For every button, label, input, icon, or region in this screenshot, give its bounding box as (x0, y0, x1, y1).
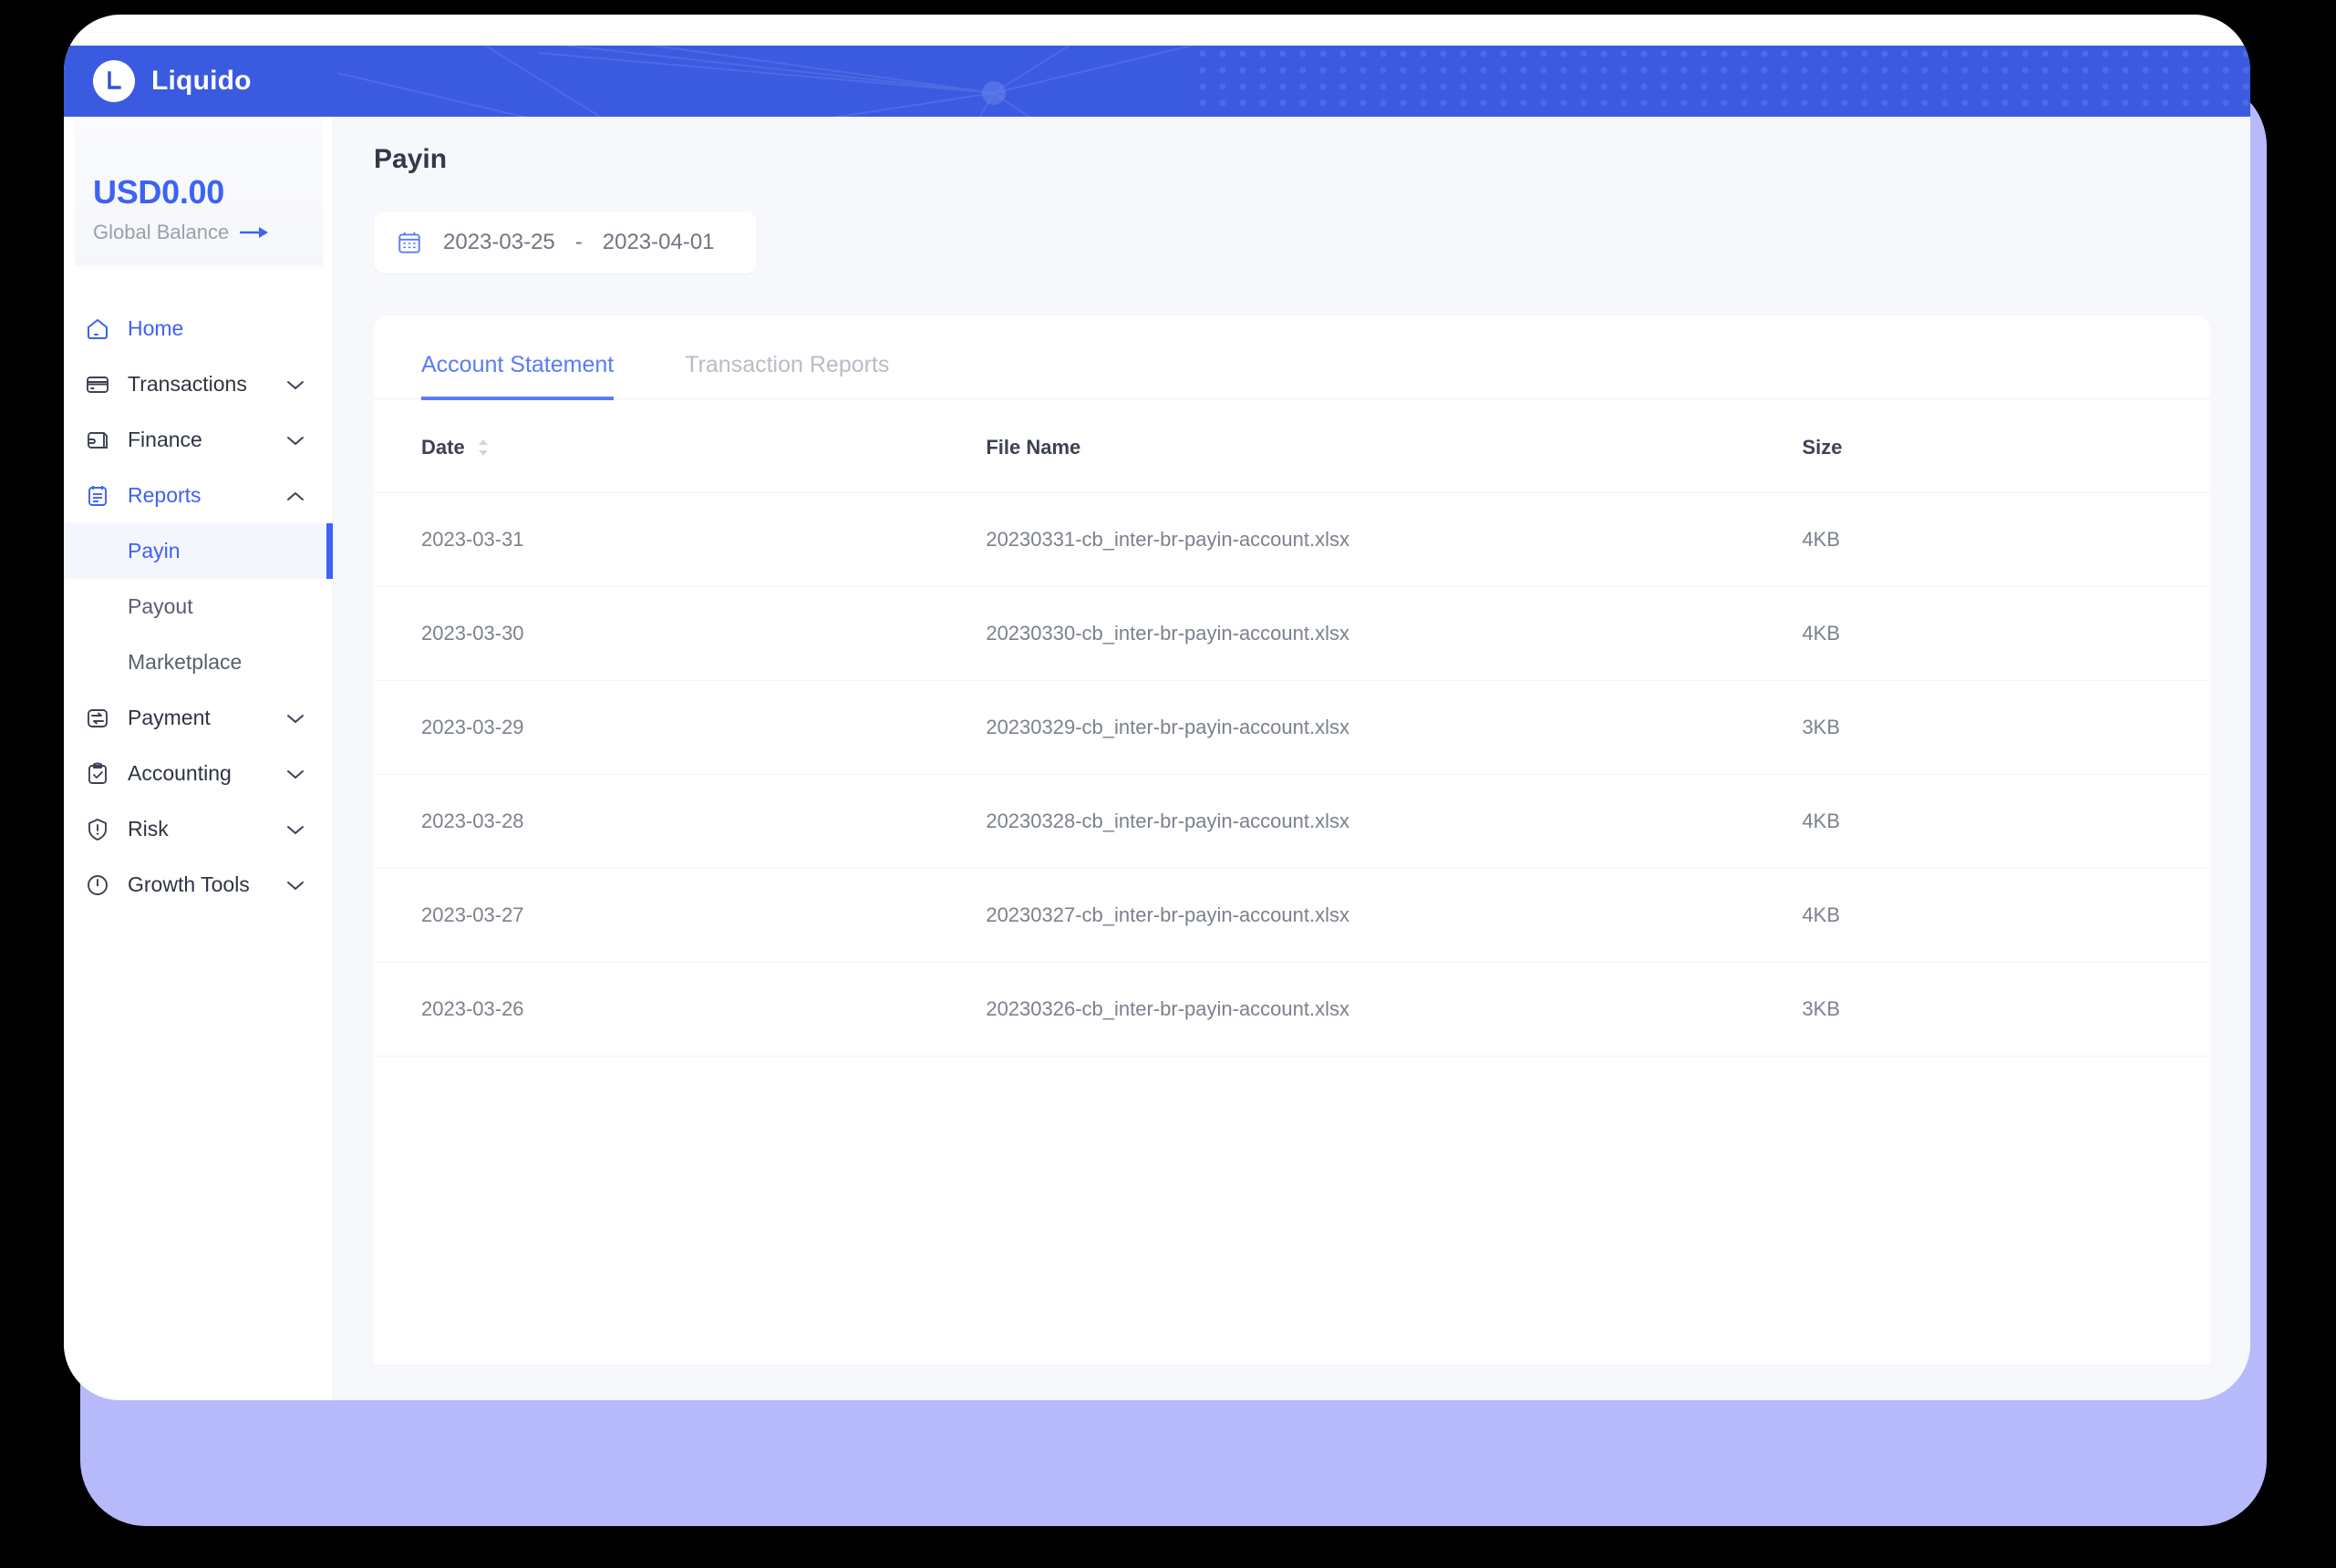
chevron-down-icon[interactable] (284, 768, 307, 780)
sidebar-item-transactions[interactable]: Transactions (64, 356, 333, 412)
tab-label: Account Statement (421, 352, 615, 377)
screenshot-stage: Liquido USD0.00 Global Balance Home Tran… (0, 0, 2336, 1568)
cell-size: 4KB (1802, 586, 2210, 681)
statement-table: Date File Name Size 2023-03-31 20230331-… (374, 399, 2210, 1057)
cell-file-name: 20230326-cb_inter-br-payin-account.xlsx (986, 962, 1803, 1057)
sidebar-item-reports[interactable]: Reports (64, 468, 333, 523)
chevron-down-icon[interactable] (284, 378, 307, 391)
date-range-end: 2023-04-01 (602, 230, 715, 254)
sidebar-subitem-marketplace[interactable]: Marketplace (64, 634, 333, 690)
date-range-separator: - (574, 230, 583, 254)
sidebar-subitem-payout[interactable]: Payout (64, 579, 333, 634)
sidebar-item-label: Risk (128, 817, 169, 841)
sidebar-item-risk[interactable]: Risk (64, 801, 333, 857)
statement-panel: Account Statement Transaction Reports Da… (374, 315, 2210, 1364)
main-content: Payin 2023-03-25 - 2023-04-01 Account St… (334, 117, 2250, 1400)
sidebar-item-label: Accounting (128, 761, 232, 785)
tab-bar: Account Statement Transaction Reports (374, 315, 2210, 400)
cell-size: 3KB (1802, 680, 2210, 775)
growth-icon (84, 872, 111, 899)
cell-size: 4KB (1802, 492, 2210, 587)
clipboard-check-icon (84, 760, 111, 788)
clipboard-list-icon (84, 482, 111, 510)
balance-label: Global Balance (93, 221, 230, 243)
sidebar: USD0.00 Global Balance Home Transactions… (64, 117, 334, 1400)
cell-date: 2023-03-26 (374, 962, 987, 1057)
sidebar-item-label: Transactions (128, 372, 247, 396)
shield-alert-icon (84, 816, 111, 843)
page-title: Payin (374, 144, 448, 174)
table-row[interactable]: 2023-03-29 20230329-cb_inter-br-payin-ac… (374, 680, 2210, 775)
sidebar-subitem-label: Marketplace (128, 650, 243, 674)
liquido-logo-icon (93, 60, 135, 102)
column-header-label: File Name (986, 436, 1081, 459)
cell-date: 2023-03-30 (374, 586, 987, 681)
sidebar-item-label: Finance (128, 428, 202, 451)
sidebar-item-label: Growth Tools (128, 872, 250, 896)
calendar-icon (398, 232, 420, 253)
column-header-size: Size (1802, 399, 2210, 493)
cell-size: 4KB (1802, 774, 2210, 869)
sidebar-item-label: Home (128, 316, 184, 340)
sidebar-item-growth-tools[interactable]: Growth Tools (64, 857, 333, 913)
sidebar-subitem-payin[interactable]: Payin (64, 523, 333, 579)
header-dot-pattern (1193, 46, 2250, 117)
chevron-down-icon[interactable] (284, 712, 307, 725)
sidebar-item-accounting[interactable]: Accounting (64, 746, 333, 801)
chevron-down-icon[interactable] (284, 879, 307, 892)
cell-size: 4KB (1802, 868, 2210, 963)
sidebar-subitem-label: Payin (128, 539, 181, 562)
tab-account-statement[interactable]: Account Statement (421, 352, 615, 400)
app-window: Liquido USD0.00 Global Balance Home Tran… (64, 15, 2250, 1400)
cell-date: 2023-03-29 (374, 680, 987, 775)
cell-file-name: 20230329-cb_inter-br-payin-account.xlsx (986, 680, 1803, 775)
date-range-picker[interactable]: 2023-03-25 - 2023-04-01 (374, 211, 757, 273)
date-range-start: 2023-03-25 (443, 230, 555, 254)
column-header-file-name: File Name (986, 399, 1803, 493)
cell-file-name: 20230330-cb_inter-br-payin-account.xlsx (986, 586, 1803, 681)
arrow-right-icon[interactable] (240, 225, 271, 240)
cell-date: 2023-03-31 (374, 492, 987, 587)
sidebar-item-finance[interactable]: Finance (64, 412, 333, 468)
cell-date: 2023-03-27 (374, 868, 987, 963)
balance-amount: USD0.00 (93, 173, 224, 211)
table-row[interactable]: 2023-03-28 20230328-cb_inter-br-payin-ac… (374, 774, 2210, 869)
sidebar-subitem-label: Payout (128, 594, 193, 618)
table-body: 2023-03-31 20230331-cb_inter-br-payin-ac… (374, 492, 2210, 1057)
brand[interactable]: Liquido (93, 46, 252, 117)
table-row[interactable]: 2023-03-30 20230330-cb_inter-br-payin-ac… (374, 586, 2210, 681)
sidebar-item-home[interactable]: Home (64, 301, 333, 356)
table-row[interactable]: 2023-03-26 20230326-cb_inter-br-payin-ac… (374, 962, 2210, 1057)
sidebar-item-label: Payment (128, 706, 211, 729)
sidebar-nav: Home Transactions Finance Reports Payin … (64, 266, 333, 913)
table-header-row: Date File Name Size (374, 399, 2210, 493)
home-icon (84, 315, 111, 343)
chevron-down-icon[interactable] (284, 823, 307, 836)
cell-file-name: 20230328-cb_inter-br-payin-account.xlsx (986, 774, 1803, 869)
sidebar-item-label: Reports (128, 483, 202, 507)
column-header-date[interactable]: Date (374, 399, 987, 493)
app-header: Liquido (64, 46, 2250, 117)
table-row[interactable]: 2023-03-27 20230327-cb_inter-br-payin-ac… (374, 868, 2210, 963)
tab-transaction-reports[interactable]: Transaction Reports (685, 352, 889, 400)
sort-arrows-icon[interactable] (476, 438, 491, 458)
cell-file-name: 20230331-cb_inter-br-payin-account.xlsx (986, 492, 1803, 587)
sidebar-item-payment[interactable]: Payment (64, 690, 333, 746)
main-header: Payin 2023-03-25 - 2023-04-01 (334, 117, 2250, 315)
card-icon (84, 371, 111, 398)
payment-icon (84, 705, 111, 732)
table-header: Date File Name Size (374, 399, 2210, 493)
global-balance-card[interactable]: USD0.00 Global Balance (75, 117, 323, 266)
column-header-label: Date (421, 436, 465, 459)
chevron-down-icon[interactable] (284, 434, 307, 447)
tab-label: Transaction Reports (685, 352, 890, 377)
table-row[interactable]: 2023-03-31 20230331-cb_inter-br-payin-ac… (374, 492, 2210, 587)
chevron-up-icon[interactable] (284, 490, 307, 502)
brand-name: Liquido (151, 66, 252, 96)
cell-file-name: 20230327-cb_inter-br-payin-account.xlsx (986, 868, 1803, 963)
column-header-label: Size (1802, 436, 1843, 459)
cell-date: 2023-03-28 (374, 774, 987, 869)
wallet-icon (84, 427, 111, 454)
cell-size: 3KB (1802, 962, 2210, 1057)
